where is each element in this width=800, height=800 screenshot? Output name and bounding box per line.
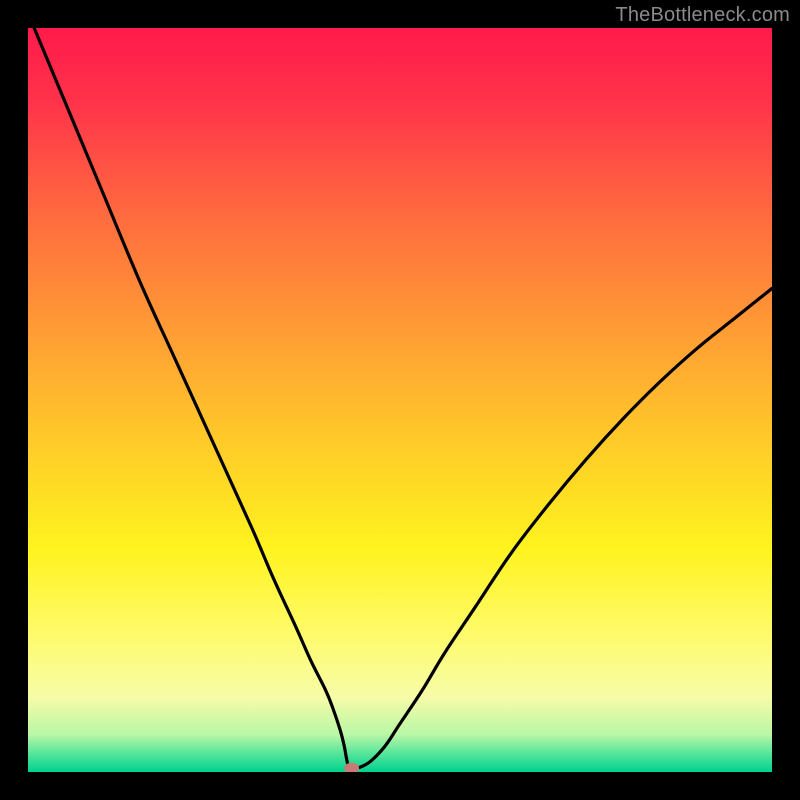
- bottleneck-curve-chart: [28, 28, 772, 772]
- watermark-text: TheBottleneck.com: [615, 4, 790, 27]
- plot-area: [28, 28, 772, 772]
- chart-frame: TheBottleneck.com: [0, 0, 800, 800]
- gradient-background: [28, 28, 772, 772]
